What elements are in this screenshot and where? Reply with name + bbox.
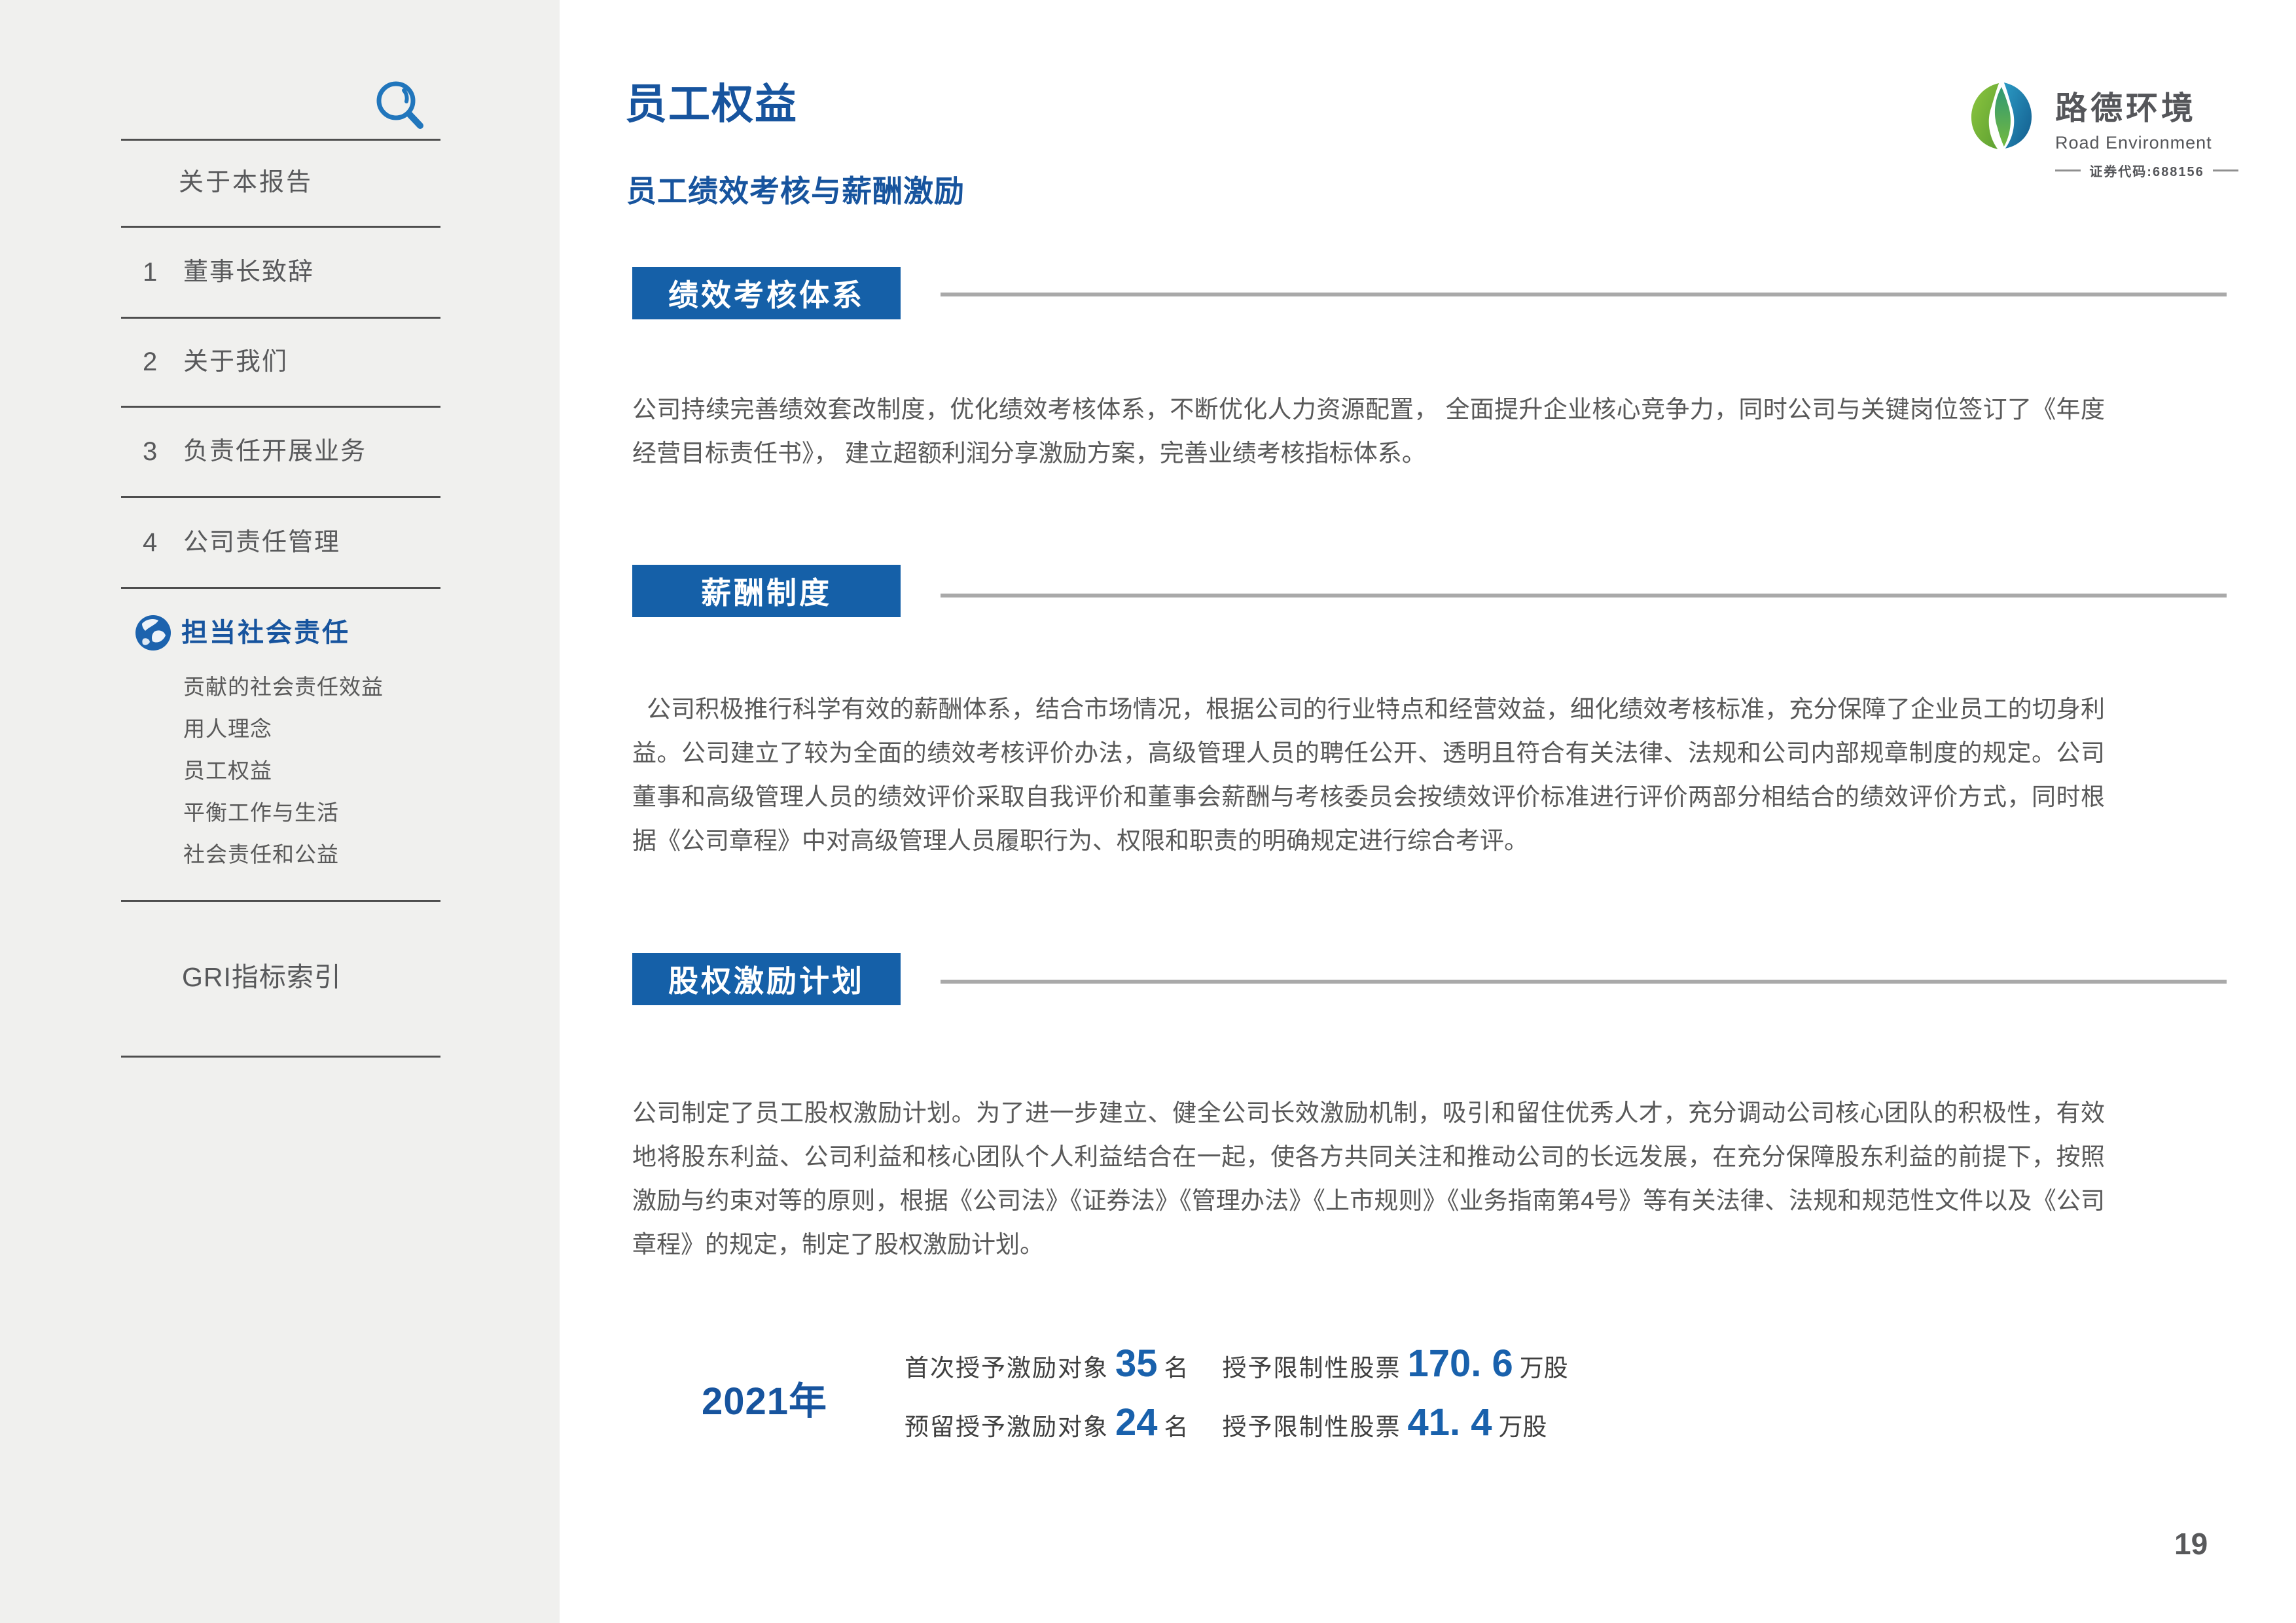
- sidebar-subitem-work-life-balance[interactable]: 平衡工作与生活: [183, 795, 550, 830]
- stat-unit: 名: [1164, 1348, 1189, 1383]
- sidebar-item-responsible-business[interactable]: 3 负责任开展业务: [0, 431, 560, 472]
- logo-stock-code: 证券代码:688156: [2089, 161, 2204, 180]
- logo-dash-left: [2055, 169, 2081, 171]
- sidebar-divider: [121, 900, 440, 902]
- page-number: 19: [2174, 1526, 2208, 1561]
- stats-row-initial-grant: 首次授予激励对象 35 名 授予限制性股票 170. 6 万股: [905, 1342, 1573, 1385]
- sidebar-subitem-employee-rights[interactable]: 员工权益: [183, 753, 550, 789]
- logo-company-name-en: Road Environment: [2055, 133, 2238, 153]
- stat-unit: 名: [1164, 1407, 1189, 1442]
- section-body-performance-appraisal: 公司持续完善绩效套改制度，优化绩效考核体系，不断优化人力资源配置， 全面提升企业…: [632, 387, 2105, 475]
- sidebar-item-gri-index[interactable]: GRI指标索引: [182, 957, 548, 997]
- stats-year-label: 2021年: [702, 1370, 827, 1425]
- sidebar-subitem-csr-charity[interactable]: 社会责任和公益: [183, 837, 550, 872]
- sidebar-subitem-talent-philosophy[interactable]: 用人理念: [183, 711, 550, 747]
- page-subtitle: 员工绩效考核与薪酬激励: [626, 168, 965, 211]
- road-environment-logo-icon: [1970, 81, 2033, 151]
- sidebar-item-label: 公司责任管理: [183, 522, 340, 563]
- section-heading-compensation-system: 薪酬制度: [632, 565, 901, 617]
- stats-row-reserved-grant: 预留授予激励对象 24 名 授予限制性股票 41. 4 万股: [905, 1400, 1552, 1444]
- sidebar: 关于本报告 1 董事长致辞 2 关于我们 3 负责任开展业务 4 公司责任管理 …: [0, 0, 560, 1623]
- sidebar-item-chairman-address[interactable]: 1 董事长致辞: [0, 252, 560, 293]
- section-body-equity-incentive-plan: 公司制定了员工股权激励计划。为了进一步建立、健全公司长效激励机制，吸引和留住优秀…: [632, 1091, 2105, 1266]
- search-button[interactable]: [373, 76, 427, 134]
- section-rule: [941, 293, 2227, 296]
- sidebar-item-label: 董事长致辞: [183, 252, 314, 293]
- sidebar-item-responsibility-management[interactable]: 4 公司责任管理: [0, 522, 560, 563]
- section-heading-equity-incentive-plan: 股权激励计划: [632, 953, 901, 1005]
- sidebar-item-about-report[interactable]: 关于本报告: [0, 162, 560, 203]
- search-icon: [373, 76, 427, 134]
- logo-stock-code-row: 证券代码:688156: [2055, 161, 2238, 180]
- stat-value: 41. 4: [1408, 1400, 1492, 1444]
- globe-icon: [134, 614, 172, 652]
- sidebar-divider: [121, 496, 440, 498]
- sidebar-item-number: 1: [143, 252, 157, 293]
- section-body-compensation-system: 公司积极推行科学有效的薪酬体系，结合市场情况，根据公司的行业特点和经营效益，细化…: [632, 687, 2105, 863]
- stat-unit: 万股: [1520, 1348, 1568, 1383]
- stat-label: 授予限制性股票: [1223, 1348, 1401, 1383]
- sidebar-item-about-us[interactable]: 2 关于我们: [0, 342, 560, 382]
- stat-label: 预留授予激励对象: [905, 1407, 1109, 1442]
- stat-value: 35: [1115, 1342, 1158, 1385]
- logo-company-name-cn: 路德环境: [2055, 82, 2238, 129]
- sidebar-divider: [121, 406, 440, 408]
- sidebar-divider: [121, 317, 440, 319]
- stat-label: 首次授予激励对象: [905, 1348, 1109, 1383]
- stat-label: 授予限制性股票: [1223, 1407, 1401, 1442]
- sidebar-divider: [121, 139, 440, 141]
- sidebar-item-label: 负责任开展业务: [183, 431, 367, 472]
- section-rule: [941, 980, 2227, 984]
- sidebar-item-label: 关于本报告: [179, 162, 313, 203]
- sidebar-divider: [121, 226, 440, 228]
- stat-value: 170. 6: [1408, 1342, 1513, 1385]
- sidebar-item-number: 2: [143, 342, 157, 382]
- stat-value: 24: [1115, 1400, 1158, 1444]
- logo-dash-right: [2213, 169, 2238, 171]
- stat-unit: 万股: [1499, 1407, 1547, 1442]
- sidebar-divider: [121, 587, 440, 589]
- section-heading-performance-appraisal: 绩效考核体系: [632, 267, 901, 319]
- sidebar-item-label: 担当社会责任: [181, 613, 350, 653]
- page-title: 员工权益: [625, 71, 798, 131]
- sidebar-item-number: 3: [143, 431, 157, 472]
- sidebar-divider: [121, 1056, 440, 1058]
- sidebar-subitem-csr-benefits[interactable]: 贡献的社会责任效益: [183, 669, 550, 705]
- sidebar-item-label: 关于我们: [183, 342, 288, 382]
- road-environment-logo: 路德环境 Road Environment 证券代码:688156: [2055, 82, 2238, 180]
- sidebar-item-social-responsibility[interactable]: 担当社会责任: [0, 613, 560, 653]
- sidebar-item-number: 4: [143, 522, 157, 563]
- section-rule: [941, 594, 2227, 597]
